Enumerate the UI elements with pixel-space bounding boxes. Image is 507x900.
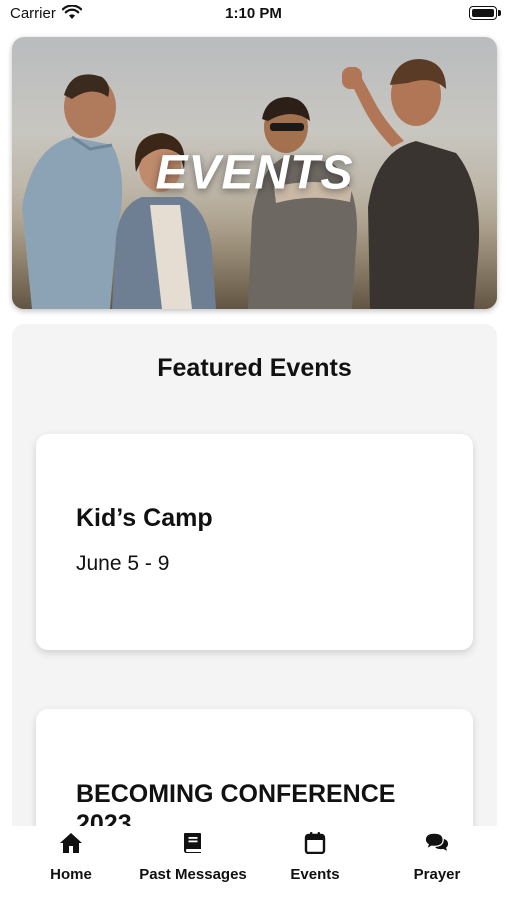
tab-label: Home	[50, 866, 92, 883]
bottom-tab-bar: Home Past Messages Events Prayer	[0, 826, 507, 900]
tab-label: Past Messages	[139, 866, 247, 883]
status-bar: Carrier 1:10 PM	[0, 0, 507, 30]
tab-home[interactable]: Home	[8, 826, 134, 900]
chat-bubbles-icon	[425, 833, 449, 851]
tab-past-messages[interactable]: Past Messages	[130, 826, 256, 900]
tab-label: Events	[290, 866, 340, 883]
book-icon	[184, 833, 201, 853]
calendar-icon	[304, 832, 326, 854]
battery-icon	[469, 6, 501, 20]
tab-prayer[interactable]: Prayer	[374, 826, 500, 900]
clock: 1:10 PM	[225, 5, 282, 22]
tab-label: Prayer	[413, 866, 461, 883]
event-date: June 5 - 9	[76, 552, 170, 575]
home-icon	[60, 833, 82, 853]
events-hero-banner: EVENTS	[12, 37, 497, 309]
event-card-kids-camp[interactable]: Kid’s Camp June 5 - 9	[36, 434, 473, 650]
event-title: Kid’s Camp	[76, 504, 213, 532]
featured-events-panel: Featured Events Kid’s Camp June 5 - 9 BE…	[12, 324, 497, 900]
events-screen: Carrier 1:10 PM EVENTS Featured Events K…	[0, 0, 507, 900]
hero-title: EVENTS	[155, 146, 354, 200]
tab-events[interactable]: Events	[252, 826, 378, 900]
featured-events-heading: Featured Events	[157, 354, 352, 382]
